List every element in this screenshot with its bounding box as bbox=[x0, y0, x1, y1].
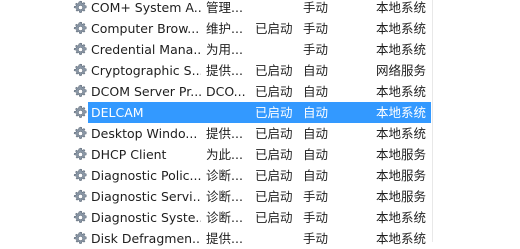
service-logon-as: 本地系统 bbox=[376, 105, 427, 120]
service-name: Diagnostic Servi... bbox=[91, 189, 201, 204]
service-status: 已启动 bbox=[255, 63, 293, 78]
service-logon-as: 本地服务 bbox=[376, 147, 427, 162]
gear-icon bbox=[72, 207, 88, 228]
service-logon-as: 本地系统 bbox=[376, 210, 427, 225]
gear-icon bbox=[72, 144, 88, 165]
gear-icon bbox=[72, 123, 88, 144]
service-logon-as: 本地系统 bbox=[376, 21, 427, 36]
service-startup-type: 手动 bbox=[303, 21, 329, 36]
service-startup-type: 自动 bbox=[303, 126, 329, 141]
side-panel bbox=[433, 0, 520, 242]
service-name: Credential Mana... bbox=[91, 42, 201, 57]
gear-icon bbox=[72, 0, 88, 18]
service-startup-type: 手动 bbox=[303, 42, 329, 57]
service-name: COM+ System A... bbox=[91, 0, 201, 15]
service-logon-as: 本地系统 bbox=[376, 0, 427, 15]
gear-icon bbox=[72, 165, 88, 186]
service-status: 已启动 bbox=[255, 147, 293, 162]
service-description: 管理... bbox=[206, 0, 243, 15]
service-name: Disk Defragmen... bbox=[91, 231, 201, 246]
service-startup-type: 自动 bbox=[303, 105, 329, 120]
service-logon-as: 本地系统 bbox=[376, 126, 427, 141]
service-description: 诊断... bbox=[206, 189, 243, 204]
service-status: 已启动 bbox=[255, 21, 293, 36]
service-name: DHCP Client bbox=[91, 147, 167, 162]
gear-icon bbox=[72, 81, 88, 102]
service-name: DCOM Server Pr... bbox=[91, 84, 201, 99]
service-description: DCO... bbox=[206, 84, 246, 99]
service-name: Computer Brow... bbox=[91, 21, 200, 36]
service-status: 已启动 bbox=[255, 210, 293, 225]
service-description: 提供... bbox=[206, 126, 243, 141]
gear-icon bbox=[72, 102, 88, 123]
service-status: 已启动 bbox=[255, 168, 293, 183]
service-startup-type: 手动 bbox=[303, 0, 329, 15]
gear-icon bbox=[72, 60, 88, 81]
service-description: 提供... bbox=[206, 231, 243, 246]
service-logon-as: 网络服务 bbox=[376, 63, 427, 78]
service-description: 提供... bbox=[206, 63, 243, 78]
service-logon-as: 本地系统 bbox=[376, 231, 427, 246]
service-name: DELCAM bbox=[91, 105, 144, 120]
service-name: Desktop Windo... bbox=[91, 126, 198, 141]
service-description: 诊断... bbox=[206, 168, 243, 183]
service-startup-type: 自动 bbox=[303, 147, 329, 162]
service-status: 已启动 bbox=[255, 84, 293, 99]
service-description: 为此... bbox=[206, 147, 243, 162]
service-startup-type: 手动 bbox=[303, 231, 329, 246]
service-startup-type: 手动 bbox=[303, 189, 329, 204]
service-description: 维护... bbox=[206, 21, 243, 36]
service-name: Diagnostic Polic... bbox=[91, 168, 201, 183]
service-status: 已启动 bbox=[255, 189, 293, 204]
service-startup-type: 自动 bbox=[303, 63, 329, 78]
service-startup-type: 自动 bbox=[303, 168, 329, 183]
service-status: 已启动 bbox=[255, 105, 293, 120]
service-name: Cryptographic S... bbox=[91, 63, 201, 78]
gear-icon bbox=[72, 18, 88, 39]
service-startup-type: 手动 bbox=[303, 210, 329, 225]
service-logon-as: 本地系统 bbox=[376, 42, 427, 57]
service-description: 诊断... bbox=[206, 210, 243, 225]
gear-icon bbox=[72, 186, 88, 207]
service-logon-as: 本地服务 bbox=[376, 168, 427, 183]
service-description: 为用... bbox=[206, 42, 243, 57]
service-status: 已启动 bbox=[255, 126, 293, 141]
service-logon-as: 本地系统 bbox=[376, 84, 427, 99]
gear-icon bbox=[72, 39, 88, 60]
service-name: Diagnostic Syste... bbox=[91, 210, 201, 225]
service-startup-type: 自动 bbox=[303, 84, 329, 99]
service-logon-as: 本地服务 bbox=[376, 189, 427, 204]
gear-icon bbox=[72, 228, 88, 249]
